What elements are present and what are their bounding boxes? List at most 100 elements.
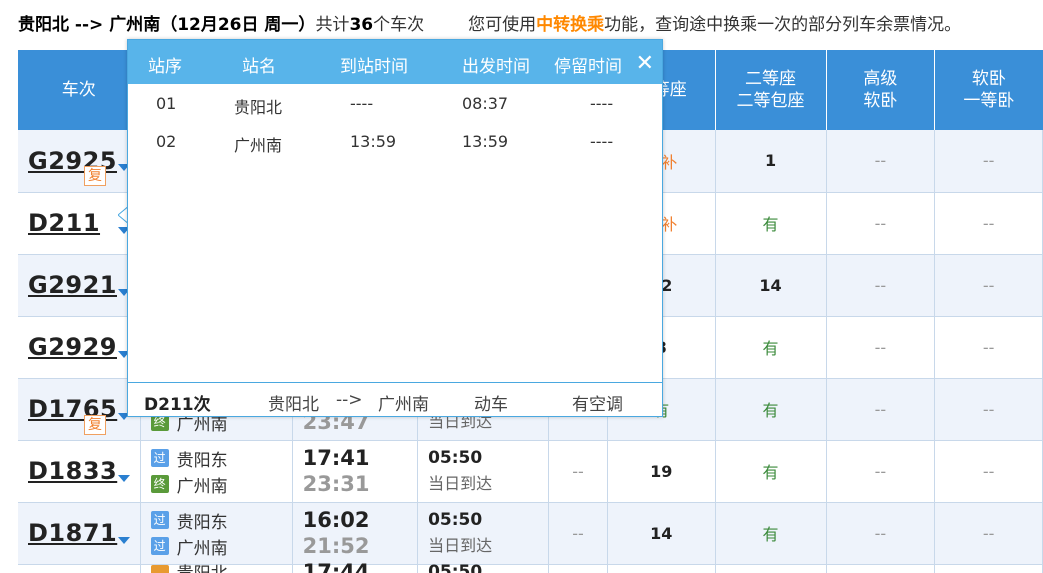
first-class-seat <box>607 564 716 573</box>
duration-cell: 05:50 当日到达 <box>417 502 550 565</box>
high-soft-sleeper: -- <box>826 254 936 317</box>
first-class-seat[interactable]: 14 <box>607 502 716 565</box>
train-number-link[interactable]: G2929 <box>28 333 117 361</box>
stop-arrive: 13:59 <box>350 132 397 151</box>
popup-stop-row: 02 广州南 13:59 13:59 ---- <box>128 122 662 160</box>
high-soft-sleeper: -- <box>826 502 936 565</box>
table-row: D1871 过贵阳东过广州南 16:02 21:52 05:50 当日到达 -- 14 有 --… <box>18 502 1043 565</box>
station-type-badge: 过 <box>150 449 169 467</box>
col-hsoft-line1: 高级 <box>863 69 898 89</box>
col-high-soft-sleeper: 高级 软卧 <box>826 50 936 130</box>
expand-arrow-icon[interactable] <box>118 474 130 482</box>
duration: 05:50 <box>428 510 483 530</box>
fu-badge: 复 <box>84 166 106 186</box>
soft-sleeper: -- <box>934 254 1043 317</box>
to-station: 广州南 <box>176 538 228 559</box>
train-cell: D1833 <box>18 440 141 503</box>
close-icon[interactable]: ✕ <box>636 52 654 76</box>
duration: 05:50 <box>428 448 483 468</box>
arrival-day: 当日到达 <box>428 536 493 555</box>
stop-station: 广州南 <box>234 136 283 155</box>
business-seat <box>548 564 608 573</box>
soft-sleeper: -- <box>934 440 1043 503</box>
stations-cell: 过贵阳东过广州南 <box>140 502 293 565</box>
popup-col-depart: 出发时间 <box>462 57 530 77</box>
popup-train-no: D211次 <box>144 395 211 415</box>
popup-stop-row: 01 贵阳北 ---- 08:37 ---- <box>128 84 662 122</box>
popup-col-seq: 站序 <box>148 57 182 77</box>
high-soft-sleeper: -- <box>826 316 936 379</box>
expand-arrow-icon[interactable] <box>118 536 130 544</box>
train-cell: G2925 复 <box>18 130 141 193</box>
soft-sleeper: -- <box>934 316 1043 379</box>
stop-seq: 01 <box>156 94 177 113</box>
col-second-line2: 二等包座 <box>736 91 805 111</box>
stop-stay: ---- <box>590 132 614 151</box>
from-station: 贵阳东 <box>176 512 228 533</box>
second-class-seat[interactable]: 有 <box>715 192 827 255</box>
depart-time: 17:41 <box>302 446 370 470</box>
arrive-time: 23:31 <box>302 472 370 496</box>
second-class-seat[interactable]: 14 <box>715 254 827 317</box>
stations-cell: 过贵阳东终广州南 <box>140 440 293 503</box>
soft-sleeper: -- <box>934 378 1043 441</box>
business-seat: -- <box>548 440 608 503</box>
times-cell: 17:44 <box>292 560 419 573</box>
popup-train-type: 动车 <box>474 395 508 415</box>
total-prefix: 共计 <box>315 15 350 35</box>
train-cell: D1871 <box>18 502 141 565</box>
train-number-link[interactable]: G2921 <box>28 271 117 299</box>
popup-to: 广州南 <box>378 395 429 415</box>
popup-ac: 有空调 <box>572 395 623 415</box>
station-type-badge <box>150 564 169 573</box>
train-cell: G2921 <box>18 254 141 317</box>
soft-sleeper: -- <box>934 130 1043 193</box>
train-cell <box>18 564 141 573</box>
transfer-link[interactable]: 中转换乘 <box>536 15 604 35</box>
stop-seq: 02 <box>156 132 177 151</box>
times-cell: 17:41 23:31 <box>292 440 419 503</box>
soft-sleeper <box>934 564 1043 573</box>
second-class-seat <box>715 564 827 573</box>
train-count: 36 <box>349 15 374 35</box>
second-class-seat[interactable]: 有 <box>715 440 827 503</box>
popup-col-station: 站名 <box>242 57 276 77</box>
station-type-badge: 过 <box>150 511 169 529</box>
table-row-partial: 贵阳北 17:44 05:50 <box>18 560 1043 573</box>
duration-cell: 05:50 当日到达 <box>417 440 550 503</box>
from-station: 贵阳北 <box>177 559 228 573</box>
from-station: 贵阳东 <box>176 450 228 471</box>
second-class-seat[interactable]: 1 <box>715 130 827 193</box>
train-number-link[interactable]: D1871 <box>28 519 117 547</box>
search-summary: 贵阳北 --> 广州南（12月26日 周一）共计36个车次 您可使用中转换乘功能，… <box>18 12 961 38</box>
col-soft-sleeper: 软卧 一等卧 <box>934 50 1043 130</box>
business-seat: -- <box>548 502 608 565</box>
arrival-day: 当日到达 <box>428 474 493 493</box>
arrive-time: 21:52 <box>302 534 370 558</box>
col-soft-line2: 一等卧 <box>963 91 1015 111</box>
high-soft-sleeper: -- <box>826 440 936 503</box>
popup-arrow: --> <box>336 390 363 410</box>
table-row: D1833 过贵阳东终广州南 17:41 23:31 05:50 当日到达 -- 19 有 --… <box>18 440 1043 503</box>
tip-prefix: 您可使用 <box>468 15 537 35</box>
col-hsoft-line2: 软卧 <box>863 91 898 111</box>
high-soft-sleeper <box>826 564 936 573</box>
col-train-no[interactable]: 车次 <box>18 50 141 130</box>
stop-depart: 13:59 <box>462 132 509 151</box>
route-label: 贵阳北 --> 广州南（12月26日 周一） <box>18 15 316 35</box>
depart-time: 17:44 <box>302 559 370 573</box>
second-class-seat[interactable]: 有 <box>715 316 827 379</box>
soft-sleeper: -- <box>934 192 1043 255</box>
duration: 05:50 <box>428 561 483 573</box>
train-number-link[interactable]: D1833 <box>28 457 117 485</box>
high-soft-sleeper: -- <box>826 130 936 193</box>
train-number-link[interactable]: D211 <box>28 209 100 237</box>
popup-col-stay: 停留时间 <box>554 57 622 77</box>
duration-cell: 05:50 <box>417 562 550 573</box>
second-class-seat[interactable]: 有 <box>715 378 827 441</box>
stop-arrive: ---- <box>350 94 374 113</box>
second-class-seat[interactable]: 有 <box>715 502 827 565</box>
total-suffix: 个车次 <box>373 15 425 35</box>
station-type-badge: 过 <box>150 537 169 555</box>
first-class-seat[interactable]: 19 <box>607 440 716 503</box>
